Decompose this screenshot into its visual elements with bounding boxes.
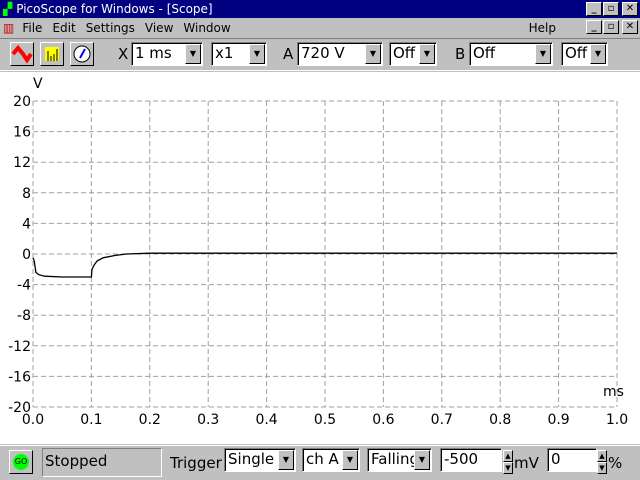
y-tick-label: -8 [17,308,31,324]
b-range-value: Off [473,44,496,62]
trigger-channel-value: ch A [306,450,339,468]
waveform-icon [11,44,33,64]
chevron-down-icon[interactable]: ▼ [590,44,606,64]
y-tick-label: 12 [13,155,31,171]
y-tick-label: 4 [22,216,31,232]
menu-help[interactable]: Help [529,21,556,35]
chevron-down-icon[interactable]: ▼ [414,450,430,470]
timebase-value: 1 ms [135,44,172,62]
x-tick-label: 0.2 [139,412,161,428]
menu-edit[interactable]: Edit [52,21,75,35]
x-tick-label: 0.8 [489,412,511,428]
menu-bar: ▥ File Edit Settings View Window Help _ … [0,18,640,37]
x-tick-label: 0.6 [372,412,394,428]
channel-a-label: A [283,45,294,63]
status-bar: GO Stopped Trigger Single ▼ ch A ▼ Falling… [0,445,640,480]
multiplier-value: x1 [215,44,234,62]
menu-view[interactable]: View [145,21,173,35]
level-unit: mV [514,454,539,472]
menu-settings[interactable]: Settings [86,21,135,35]
channel-b-label: B [455,45,466,63]
y-tick-label: 16 [13,125,31,141]
x-label: X [118,45,129,63]
meter-mode-button[interactable] [70,42,94,66]
trigger-channel-select[interactable]: ch A ▼ [302,448,360,472]
multiplier-select[interactable]: x1 ▼ [211,42,267,66]
spin-up-icon[interactable]: ▲ [503,450,513,462]
y-tick-label: 8 [22,186,31,202]
chevron-down-icon[interactable]: ▼ [278,450,294,470]
spin-up-icon[interactable]: ▲ [597,450,607,462]
trigger-mode-select[interactable]: Single ▼ [224,448,296,472]
spectrum-mode-button[interactable] [40,42,64,66]
toolbar: X 1 ms ▼ x1 ▼ A 720 V ▼ Off ▼ B Off ▼ Off ▼ [0,38,640,71]
doc-minimize-button[interactable]: _ [586,20,602,34]
y-tick-label: 0 [22,247,31,263]
trigger-delay-spinner[interactable]: ▲ ▼ [597,450,607,474]
doc-restore-button[interactable]: ▫ [603,20,619,34]
menu-file[interactable]: File [22,21,42,35]
minimize-button[interactable]: _ [586,2,602,16]
y-tick-label: 20 [13,94,31,110]
y-axis-label: V [33,76,43,92]
trigger-level-spinner[interactable]: ▲ ▼ [503,450,513,474]
scope-chart: 201612840-4-8-12-16-20 0.0 0.1 0.2 0.3 0.4 0.… [8,76,628,428]
x-tick-label: 0.3 [197,412,219,428]
x-tick-label: 1.0 [606,412,628,428]
delay-unit: % [608,454,623,472]
channel-a-range-select[interactable]: 720 V ▼ [297,42,383,66]
menu-window[interactable]: Window [183,21,230,35]
chevron-down-icon[interactable]: ▼ [419,44,435,64]
spin-down-icon[interactable]: ▼ [597,462,607,474]
trigger-label: Trigger [170,454,222,472]
y-tick-label: -12 [8,339,31,355]
y-tick-label: -16 [8,369,31,385]
x-axis-label: ms [603,384,624,400]
meter-icon [73,45,91,63]
trigger-edge-value: Falling [371,450,419,468]
chevron-down-icon[interactable]: ▼ [365,44,381,64]
y-tick-label: -4 [17,278,31,294]
scope-plot[interactable]: 20 16 12 8 4 0 -4 -8 -12 -16 -20 0.0 0.1 0.2 0.3 0.4 0.… [0,72,640,444]
doc-close-button[interactable]: ✕ [622,20,638,34]
trigger-level-value: -500 [444,450,479,468]
window-title: PicoScope for Windows - [Scope] [16,2,213,16]
x-tick-label: 0.9 [547,412,569,428]
go-label: GO [13,454,29,470]
run-state: Stopped [42,448,162,477]
restore-button[interactable]: ▫ [603,2,619,16]
chevron-down-icon[interactable]: ▼ [342,450,358,470]
a-range-value: 720 V [301,44,345,62]
channel-b-coupling-select[interactable]: Off ▼ [561,42,608,66]
b-coupling-value: Off [565,44,588,62]
chevron-down-icon[interactable]: ▼ [249,44,265,64]
x-tick-label: 0.5 [314,412,336,428]
go-button[interactable]: GO [9,450,33,474]
channel-b-range-select[interactable]: Off ▼ [469,42,553,66]
trigger-delay-value: 0 [551,450,561,468]
trigger-mode-value: Single [228,450,275,468]
x-tick-label: 0.4 [255,412,277,428]
spin-down-icon[interactable]: ▼ [503,462,513,474]
a-coupling-value: Off [393,44,416,62]
x-tick-label: 0.0 [22,412,44,428]
channel-a-coupling-select[interactable]: Off ▼ [389,42,437,66]
spectrum-icon [45,47,59,61]
trigger-edge-select[interactable]: Falling ▼ [367,448,432,472]
trigger-delay-input[interactable]: 0 [547,448,597,472]
timebase-select[interactable]: 1 ms ▼ [131,42,203,66]
scope-mode-button[interactable] [10,42,34,66]
close-button[interactable]: ✕ [622,2,638,16]
trigger-level-input[interactable]: -500 [440,448,502,472]
chevron-down-icon[interactable]: ▼ [185,44,201,64]
x-tick-label: 0.7 [431,412,453,428]
doc-icon: ▥ [3,20,15,35]
chevron-down-icon[interactable]: ▼ [535,44,551,64]
x-tick-label: 0.1 [80,412,102,428]
app-icon: ▞ [3,2,13,16]
title-bar: ▞ PicoScope for Windows - [Scope] _ ▫ ✕ [0,0,640,18]
